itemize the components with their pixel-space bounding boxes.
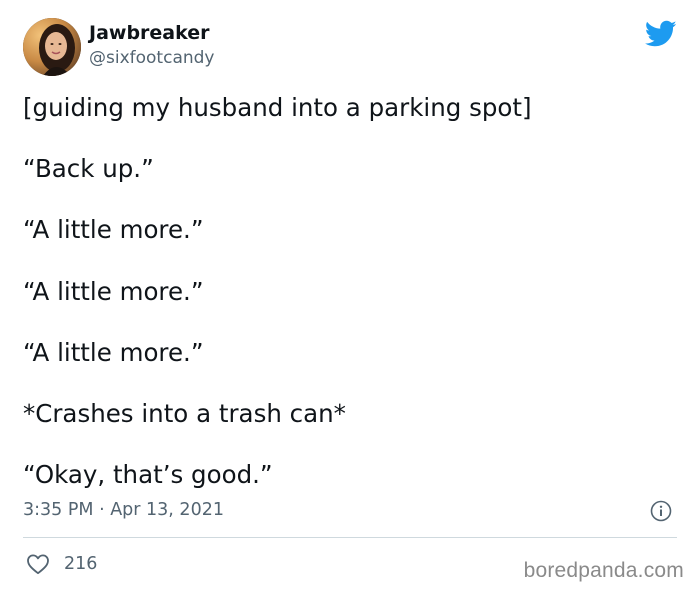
- tweet-timestamp[interactable]: 3:35 PM · Apr 13, 2021: [23, 499, 224, 521]
- twitter-bird-icon[interactable]: [645, 20, 677, 48]
- info-icon[interactable]: [650, 500, 672, 522]
- author-handle[interactable]: @sixfootcandy: [89, 47, 214, 69]
- like-count[interactable]: 216: [64, 553, 97, 575]
- tweet-text-line: “Okay, that’s good.”: [23, 460, 273, 489]
- watermark: boredpanda.com: [523, 559, 684, 582]
- avatar[interactable]: [23, 18, 81, 76]
- divider: [23, 537, 677, 538]
- tweet-text-line: “A little more.”: [23, 338, 204, 367]
- tweet-text-line: [guiding my husband into a parking spot]: [23, 93, 532, 122]
- tweet-text-line: *Crashes into a trash can*: [23, 399, 346, 428]
- tweet-text-line: “A little more.”: [23, 215, 204, 244]
- heart-icon[interactable]: [26, 553, 50, 575]
- author-display-name[interactable]: Jawbreaker: [89, 22, 210, 44]
- profile-photo: [23, 18, 81, 76]
- tweet-text-line: “A little more.”: [23, 277, 204, 306]
- tweet-text-line: “Back up.”: [23, 154, 154, 183]
